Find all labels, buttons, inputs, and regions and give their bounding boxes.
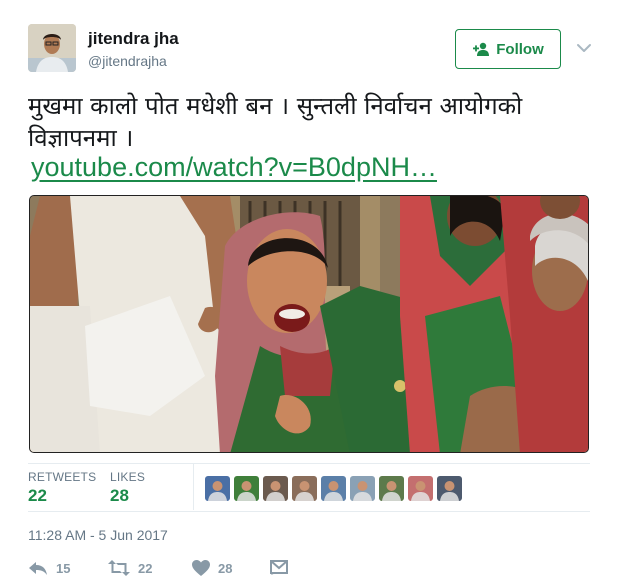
avatar-photo — [28, 24, 76, 72]
retweets-count[interactable]: 22 — [28, 486, 47, 506]
user-name[interactable]: jitendra jha — [88, 29, 179, 49]
more-options-caret[interactable] — [576, 40, 592, 56]
like-count: 28 — [218, 560, 233, 576]
retweets-label: RETWEETS — [28, 470, 97, 484]
liker-avatar-1[interactable] — [205, 476, 230, 501]
stats-separator — [193, 464, 194, 510]
retweet-button[interactable]: 22 — [108, 560, 192, 576]
stats-top-divider — [28, 463, 590, 464]
likers-avatars — [205, 476, 462, 501]
direct-message-button[interactable] — [270, 560, 288, 576]
stats-bottom-divider — [28, 511, 590, 512]
user-handle[interactable]: @jitendrajha — [88, 53, 167, 69]
likes-count[interactable]: 28 — [110, 486, 129, 506]
reply-icon — [29, 562, 47, 575]
tweet-text: मुखमा कालो पोत मधेशी बन । सुन्तली निर्वा… — [28, 92, 523, 152]
tweet-timestamp[interactable]: 11:28 AM - 5 Jun 2017 — [28, 527, 168, 543]
reply-count: 15 — [56, 560, 71, 576]
follow-button[interactable]: Follow — [455, 29, 561, 69]
liker-avatar-7[interactable] — [379, 476, 404, 501]
follow-label: Follow — [496, 40, 544, 58]
chevron-down-icon — [577, 44, 591, 52]
liker-avatar-5[interactable] — [321, 476, 346, 501]
liker-avatar-6[interactable] — [350, 476, 375, 501]
liker-avatar-3[interactable] — [263, 476, 288, 501]
retweet-count: 22 — [138, 560, 153, 576]
like-button[interactable]: 28 — [192, 560, 270, 576]
heart-icon — [192, 560, 210, 576]
profile-avatar[interactable] — [28, 24, 76, 72]
liker-avatar-4[interactable] — [292, 476, 317, 501]
liker-avatar-8[interactable] — [408, 476, 433, 501]
reply-button[interactable]: 15 — [28, 560, 108, 576]
envelope-icon — [270, 560, 288, 575]
tweet-media[interactable] — [29, 195, 589, 453]
video-thumbnail — [30, 196, 588, 452]
likes-label: LIKES — [110, 470, 146, 484]
liker-avatar-9[interactable] — [437, 476, 462, 501]
liker-avatar-2[interactable] — [234, 476, 259, 501]
add-user-icon — [473, 42, 490, 56]
retweet-icon — [108, 560, 130, 576]
tweet-actions: 15 22 28 — [28, 557, 288, 579]
tweet-link[interactable]: youtube.com/watch?v=B0dpNH… — [31, 152, 437, 183]
